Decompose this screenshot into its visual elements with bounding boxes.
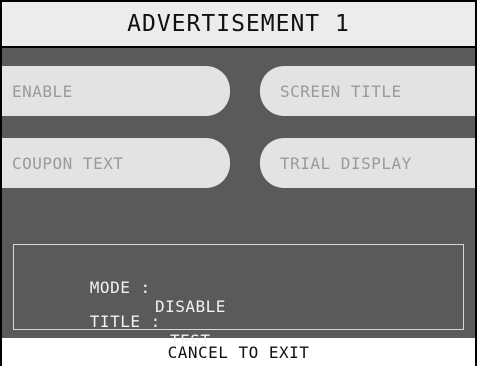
coupon-text-button[interactable]: COUPON TEXT (2, 138, 230, 188)
footer-text: CANCEL TO EXIT (167, 342, 310, 362)
mode-value: DISABLE (155, 297, 226, 316)
screen-title-button-label: SCREEN TITLE (280, 81, 402, 101)
trial-display-button-label: TRIAL DISPLAY (280, 153, 412, 173)
trial-display-button[interactable]: TRIAL DISPLAY (260, 138, 475, 188)
footer-instruction: CANCEL TO EXIT (2, 338, 475, 366)
enable-button-label: ENABLE (12, 81, 73, 101)
status-box: MODE : DISABLE TITLE : TEST (13, 244, 464, 350)
coupon-text-button-label: COUPON TEXT (12, 153, 124, 173)
screen-title-text: ADVERTISEMENT 1 (127, 11, 350, 37)
menu-panel: ENABLE SCREEN TITLE COUPON TEXT TRIAL DI… (2, 48, 475, 350)
screen-title: ADVERTISEMENT 1 (2, 0, 475, 48)
title-label: TITLE : (89, 312, 161, 331)
enable-button[interactable]: ENABLE (2, 66, 230, 116)
screen-title-button[interactable]: SCREEN TITLE (260, 66, 475, 116)
